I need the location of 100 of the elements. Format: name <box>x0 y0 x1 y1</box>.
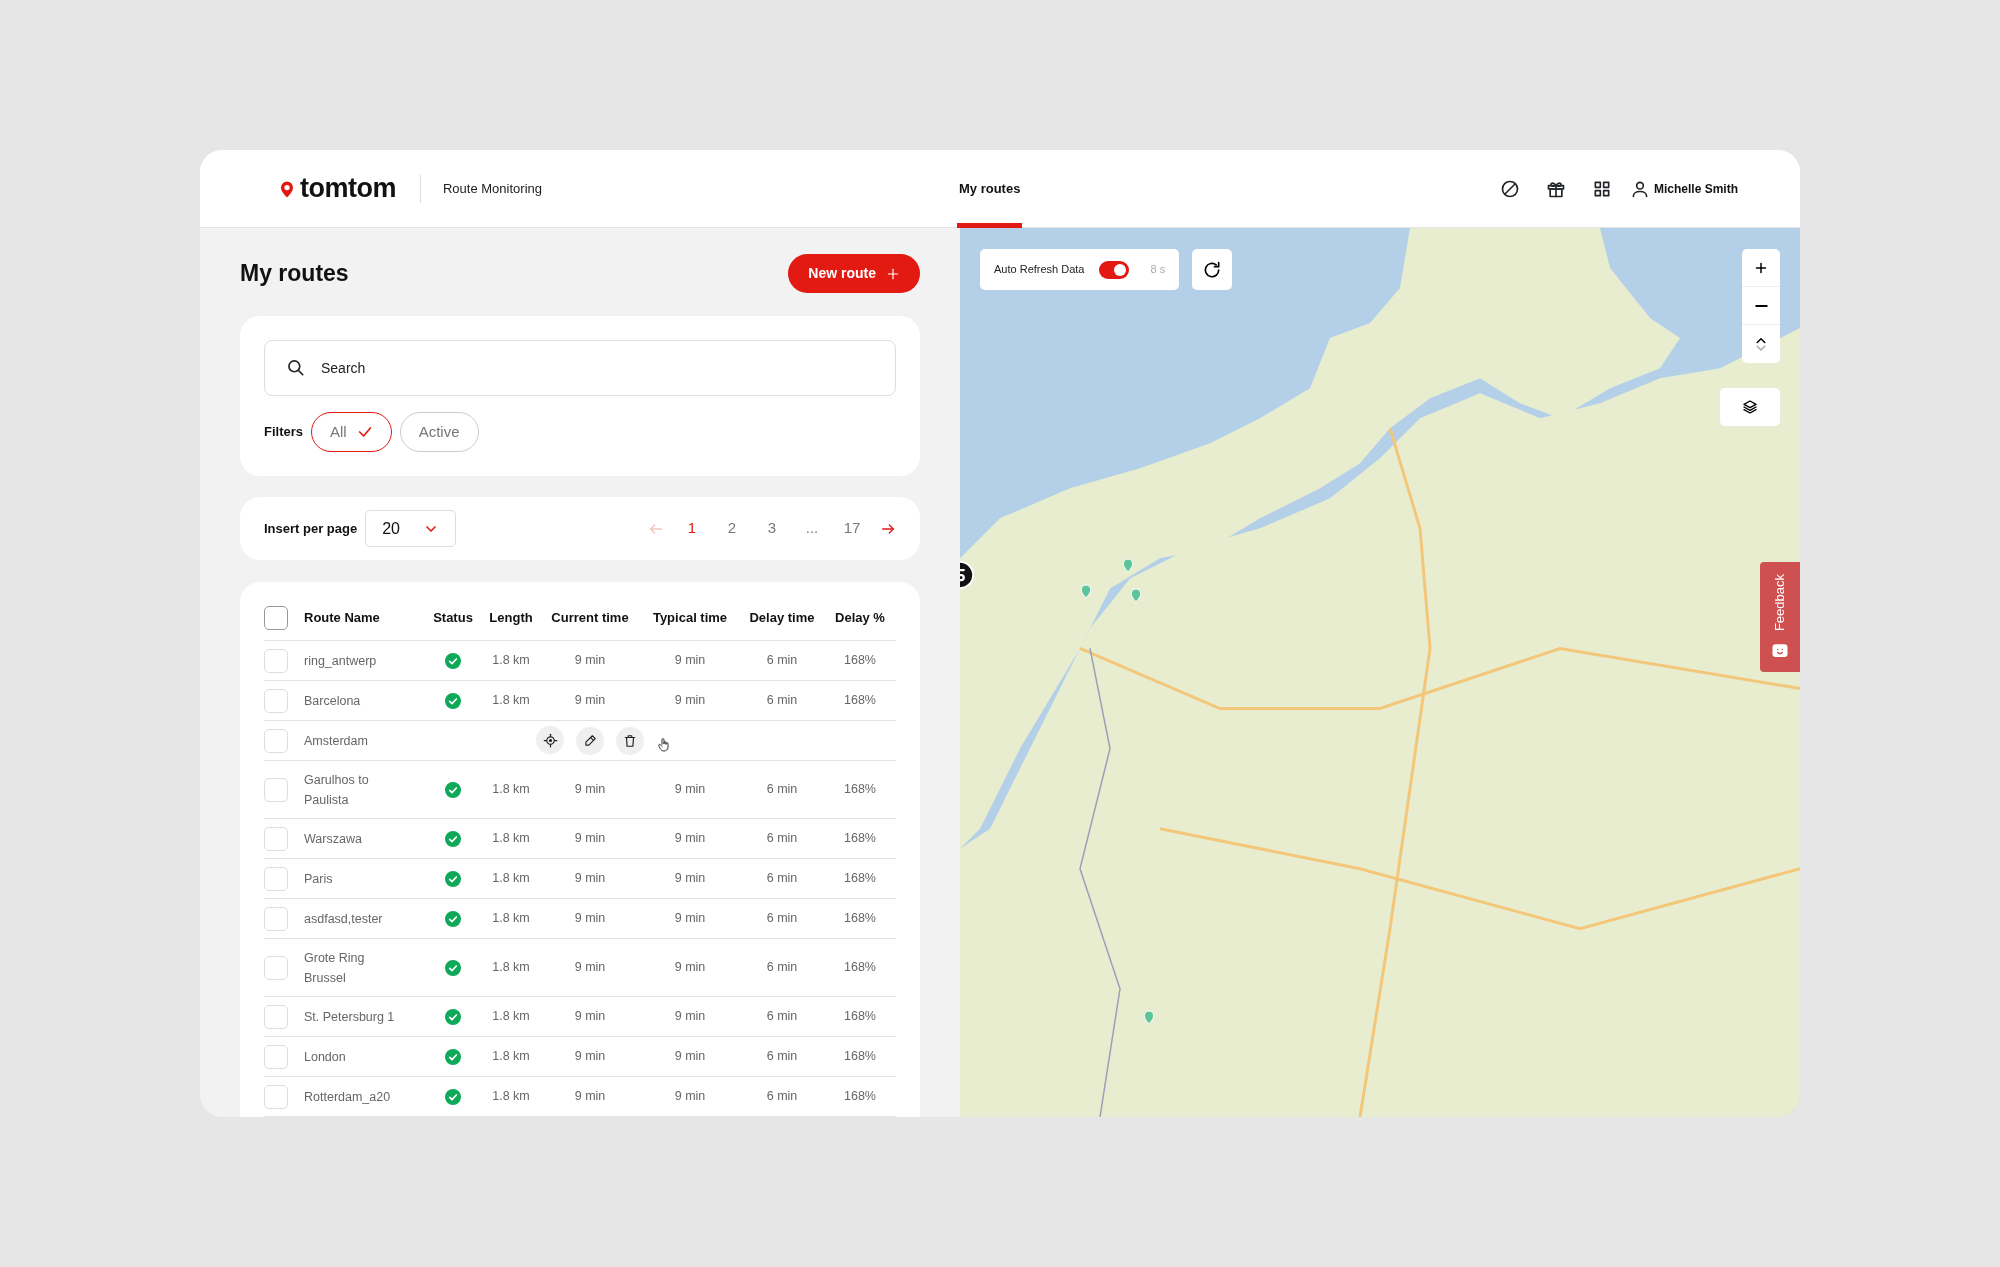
row-checkbox[interactable] <box>264 866 288 891</box>
table-cell: 6 min <box>766 911 798 926</box>
table-cell: 1.8 km <box>492 831 530 846</box>
route-name[interactable]: London <box>304 1046 346 1067</box>
table-cell: 1.8 km <box>492 1009 530 1024</box>
filter-chip[interactable]: All <box>311 412 392 452</box>
table-cell: 9 min <box>674 653 706 668</box>
app-name: Route Monitoring <box>420 174 542 203</box>
table-cell: 1.8 km <box>492 1049 530 1064</box>
row-checkbox[interactable] <box>264 826 288 851</box>
column-header[interactable]: Status <box>433 610 473 626</box>
auto-refresh-toggle[interactable] <box>1098 260 1129 279</box>
table-cell: 6 min <box>766 782 798 797</box>
column-header[interactable]: Delay time <box>749 610 815 626</box>
pitch-button[interactable] <box>1742 325 1780 363</box>
row-checkbox[interactable] <box>264 906 288 931</box>
check-icon <box>356 424 373 440</box>
column-header[interactable]: Typical time <box>652 610 728 626</box>
table-cell: 9 min <box>574 960 606 975</box>
per-page-label: Insert per page <box>264 519 358 538</box>
column-header[interactable]: Delay % <box>835 610 885 626</box>
map-pin-icon <box>1128 586 1144 604</box>
layers-icon <box>1742 399 1758 415</box>
table-cell: 168% <box>844 1089 876 1104</box>
table-cell: 6 min <box>766 653 798 668</box>
table-cell: 9 min <box>674 911 706 926</box>
page-link[interactable]: 1 <box>680 517 704 540</box>
column-header[interactable]: Route Name <box>304 610 380 626</box>
page-link[interactable]: 3 <box>760 517 784 540</box>
route-name[interactable]: St. Petersburg 1 <box>304 1006 395 1027</box>
table-cell: 6 min <box>766 1049 798 1064</box>
select-all-checkbox[interactable] <box>264 606 288 630</box>
refresh-button[interactable] <box>1192 249 1232 290</box>
table-cell: 6 min <box>766 831 798 846</box>
delete-button[interactable] <box>616 726 644 755</box>
route-name[interactable]: ring_antwerp <box>304 650 377 671</box>
row-checkbox[interactable] <box>264 1004 288 1029</box>
table-cell: 1.8 km <box>492 1089 530 1104</box>
per-page-select[interactable]: 20 <box>365 510 457 547</box>
route-name[interactable]: Garulhos to Paulista <box>304 769 404 810</box>
route-name[interactable]: Paris <box>304 868 333 889</box>
smiley-chat-icon <box>1771 641 1789 660</box>
table-cell: 168% <box>844 693 876 708</box>
table-cell: 6 min <box>766 1089 798 1104</box>
route-name[interactable]: Grote Ring Brussel <box>304 947 404 988</box>
page-link[interactable]: ... <box>800 517 824 540</box>
table-cell: 9 min <box>674 871 706 886</box>
table-cell: 168% <box>844 911 876 926</box>
row-checkbox[interactable] <box>264 955 288 980</box>
route-name[interactable]: Barcelona <box>304 690 361 711</box>
table-cell: 1.8 km <box>492 960 530 975</box>
table-cell: 168% <box>844 1009 876 1024</box>
table-cell: 9 min <box>574 1009 606 1024</box>
column-header[interactable]: Current time <box>551 610 629 626</box>
route-name[interactable]: Rotterdam_a20 <box>304 1086 391 1107</box>
prohibited-icon[interactable] <box>1499 178 1520 199</box>
column-header[interactable]: Length <box>489 610 533 626</box>
table-cell: 9 min <box>574 911 606 926</box>
edit-button[interactable] <box>576 726 604 755</box>
table-cell: 9 min <box>574 871 606 886</box>
table-cell: 9 min <box>674 960 706 975</box>
table-cell: 9 min <box>574 693 606 708</box>
table-cell: 168% <box>844 782 876 797</box>
table-cell: 9 min <box>674 831 706 846</box>
row-checkbox[interactable] <box>264 728 288 753</box>
crosshair-icon <box>542 732 558 748</box>
row-checkbox[interactable] <box>264 1084 288 1109</box>
table-cell: 1.8 km <box>492 653 530 668</box>
row-checkbox[interactable] <box>264 648 288 673</box>
page-link[interactable]: 2 <box>720 517 744 540</box>
page-title: My routes <box>240 259 349 288</box>
route-name[interactable]: asdfasd,tester <box>304 908 383 929</box>
table-cell: 6 min <box>766 693 798 708</box>
table-cell: 9 min <box>674 693 706 708</box>
table-cell: 168% <box>844 831 876 846</box>
table-cell: 168% <box>844 653 876 668</box>
table-cell: 168% <box>844 1049 876 1064</box>
search-field[interactable]: Search <box>264 340 896 396</box>
filter-chip[interactable]: Active <box>399 412 479 452</box>
row-checkbox[interactable] <box>264 1044 288 1069</box>
trash-icon <box>623 733 637 748</box>
row-checkbox[interactable] <box>264 688 288 713</box>
row-checkbox[interactable] <box>264 777 288 802</box>
feedback-tab[interactable]: Feedback <box>1760 562 1800 672</box>
table-cell: 9 min <box>574 782 606 797</box>
layers-button[interactable] <box>1720 388 1780 426</box>
pencil-icon <box>583 733 597 748</box>
route-name[interactable]: Warszawa <box>304 828 362 849</box>
locate-button[interactable] <box>536 726 564 755</box>
table-cell: 9 min <box>574 1049 606 1064</box>
zoom-in-button[interactable] <box>1742 249 1780 287</box>
table-cell: 6 min <box>766 1009 798 1024</box>
user-name[interactable]: Michelle Smith <box>1653 179 1738 198</box>
table-cell: 9 min <box>674 1049 706 1064</box>
page-link[interactable]: 17 <box>840 517 864 540</box>
new-route-button[interactable]: New route <box>788 254 920 293</box>
table-cell: 1.8 km <box>492 871 530 886</box>
table-cell: 1.8 km <box>492 911 530 926</box>
route-name[interactable]: Amsterdam <box>304 730 368 751</box>
table-cell: 1.8 km <box>492 693 530 708</box>
